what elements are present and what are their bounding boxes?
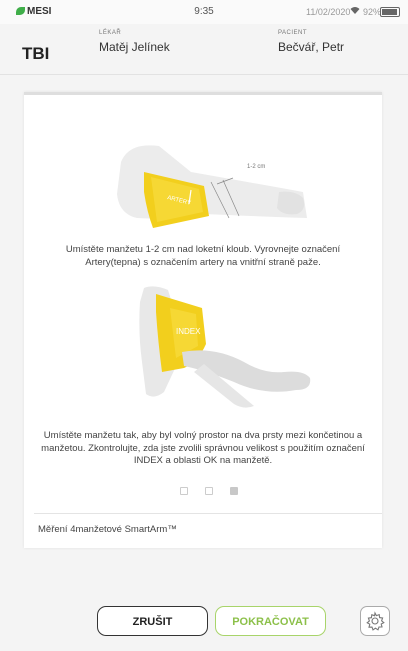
gear-icon xyxy=(366,611,385,631)
patient-name: Bečvář, Petr xyxy=(278,40,345,54)
cuff-fit-illustration: INDEX xyxy=(139,286,311,408)
card-top-bar xyxy=(24,92,382,95)
doctor-name: Matěj Jelínek xyxy=(99,40,170,54)
measurement-type: Měření 4manžetové SmartArm™ xyxy=(38,524,177,535)
battery-percent: 92% xyxy=(363,7,382,17)
page-dot-2[interactable] xyxy=(205,487,213,495)
page-dot-3[interactable] xyxy=(230,487,238,495)
doctor-label: LÉKAŘ xyxy=(99,30,122,36)
instructions-card: ARTERY 1-2 cm Umístěte manžetu 1-2 cm na… xyxy=(24,92,382,548)
instruction-step-2: Umístěte manžetu tak, aby byl volný pros… xyxy=(41,430,365,466)
patient-label: PACIENT xyxy=(278,30,308,36)
status-bar: MESI 9:35 11/02/2020 92% xyxy=(0,0,408,24)
cuff-placement-illustration: ARTERY 1-2 cm xyxy=(117,145,307,228)
divider xyxy=(34,513,382,514)
patient-header: TBI LÉKAŘ Matěj Jelínek PACIENT Bečvář, … xyxy=(0,24,408,75)
cancel-button[interactable]: ZRUŠIT xyxy=(97,606,208,636)
index-cuff-text: INDEX xyxy=(176,327,201,336)
measure-label: 1-2 cm xyxy=(247,164,265,170)
date: 11/02/2020 xyxy=(306,7,351,17)
battery-icon xyxy=(380,7,400,17)
settings-button[interactable] xyxy=(360,606,390,636)
continue-button[interactable]: POKRAČOVAT xyxy=(215,606,326,636)
mode-title: TBI xyxy=(22,44,50,63)
page-indicator xyxy=(180,487,240,497)
wifi-icon xyxy=(350,6,360,17)
instruction-step-1: Umístěte manžetu 1-2 cm nad loketní klou… xyxy=(65,244,341,268)
page-dot-1[interactable] xyxy=(180,487,188,495)
